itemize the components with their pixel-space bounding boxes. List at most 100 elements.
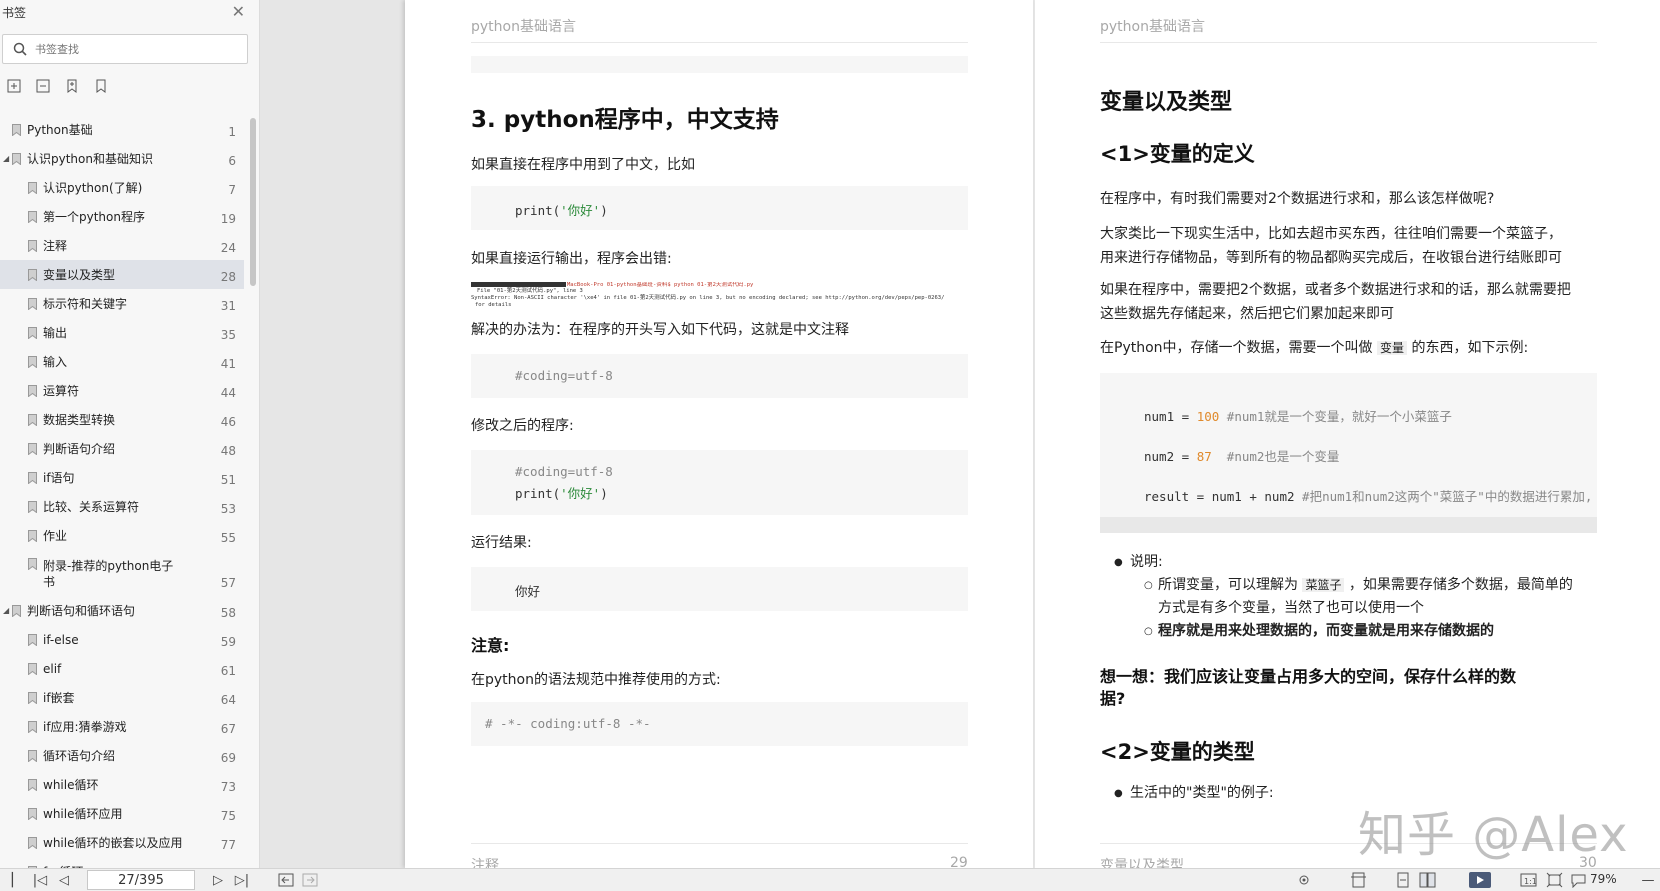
bookmark-item[interactable]: ◢ 认识python和基础知识 6 xyxy=(0,144,244,173)
code-block: # -*- coding:utf-8 -*- xyxy=(471,702,968,746)
expand-caret-icon[interactable]: ◢ xyxy=(3,606,9,615)
bookmark-label: 输入 xyxy=(43,355,68,369)
page-footer-title: 注释 xyxy=(471,858,499,868)
bookmark-item[interactable]: 认识python(了解) 7 xyxy=(0,173,244,202)
bookmark-item[interactable]: 注释 24 xyxy=(0,231,244,260)
zoom-out-button[interactable]: — xyxy=(1640,872,1656,888)
bookmark-flag-icon xyxy=(28,633,37,646)
page-number-input[interactable] xyxy=(87,870,195,890)
bookmark-label: 循环语句介绍 xyxy=(43,749,116,763)
bookmark-icon[interactable] xyxy=(93,78,108,93)
close-icon[interactable]: ✕ xyxy=(232,4,245,20)
bookmark-item[interactable]: elif 61 xyxy=(0,654,244,683)
bookmark-item[interactable]: if语句 51 xyxy=(0,463,244,492)
bookmark-item[interactable]: 第一个python程序 19 xyxy=(0,202,244,231)
bookmark-item[interactable]: while循环的嵌套以及应用 77 xyxy=(0,828,244,857)
bookmark-label: elif xyxy=(43,661,62,676)
code-block: num1 = 100 #num1就是一个变量，就好一个小菜篮子 num2 = 8… xyxy=(1100,373,1597,533)
bookmark-flag-icon xyxy=(28,836,37,849)
fit-width-icon[interactable] xyxy=(1570,872,1587,889)
previous-page-button[interactable]: ◁ xyxy=(56,872,72,888)
bookmark-flag-icon xyxy=(28,778,37,791)
bookmark-item[interactable]: if-else 59 xyxy=(0,625,244,654)
bookmark-item[interactable]: ◢ 判断语句和循环语句 58 xyxy=(0,596,244,625)
bookmark-flag-icon xyxy=(28,181,37,194)
code-block: #coding=utf-8 xyxy=(471,354,968,398)
chapter-heading: 变量以及类型 xyxy=(1100,90,1233,115)
zoom-level[interactable]: 79% xyxy=(1590,872,1617,886)
bookmark-search[interactable] xyxy=(2,34,248,64)
eye-care-icon[interactable] xyxy=(1296,872,1313,888)
bookmark-label: 输出 xyxy=(43,326,68,340)
add-bookmark-icon[interactable] xyxy=(64,78,79,93)
paragraph: 如果直接在程序中用到了中文，比如 xyxy=(471,157,695,173)
bookmark-label: if应用:猜拳游戏 xyxy=(43,720,127,734)
forward-icon[interactable] xyxy=(302,872,319,888)
bookmark-page-number: 28 xyxy=(220,270,236,284)
bookmark-label: 运算符 xyxy=(43,384,80,398)
first-page-button[interactable]: |◁ xyxy=(32,872,48,888)
sidebar-toolbar xyxy=(6,78,108,93)
paragraph: 在python的语法规范中推荐使用的方式: xyxy=(471,672,721,688)
paragraph: 运行结果: xyxy=(471,535,532,551)
play-icon[interactable] xyxy=(1469,872,1491,888)
bookmark-item[interactable]: 判断语句介绍 48 xyxy=(0,434,244,463)
bookmark-item[interactable]: 附录-推荐的python电子书 57 xyxy=(0,550,244,596)
page-30: python基础语言 变量以及类型 <1>变量的定义 在程序中，有时我们需要对2… xyxy=(1035,0,1660,868)
bookmark-item[interactable]: if嵌套 64 xyxy=(0,683,244,712)
bookmark-page-number: 57 xyxy=(220,576,236,590)
bookmark-page-number: 24 xyxy=(220,241,236,255)
bookmark-item[interactable]: 作业 55 xyxy=(0,521,244,550)
bookmark-item[interactable]: 比较、关系运算符 53 xyxy=(0,492,244,521)
bookmark-item[interactable]: 输出 35 xyxy=(0,318,244,347)
bookmark-flag-icon xyxy=(28,720,37,733)
sidebar-title: 书签 xyxy=(2,5,27,20)
bookmark-item[interactable]: while循环 73 xyxy=(0,770,244,799)
bookmark-item[interactable]: 数据类型转换 46 xyxy=(0,405,244,434)
bookmark-label: if-else xyxy=(43,632,79,647)
bookmark-item[interactable]: 输入 41 xyxy=(0,347,244,376)
continuous-page-icon[interactable] xyxy=(1395,872,1412,888)
expand-all-icon[interactable] xyxy=(6,78,21,93)
bookmark-item[interactable]: 变量以及类型 28 xyxy=(0,260,244,289)
bookmark-search-input[interactable] xyxy=(35,42,225,56)
back-icon[interactable] xyxy=(278,872,295,888)
bookmark-item[interactable]: if应用:猜拳游戏 67 xyxy=(0,712,244,741)
bookmark-label: while循环的嵌套以及应用 xyxy=(43,836,183,850)
sidebar-toggle-icon[interactable]: ▕ xyxy=(0,872,16,888)
bookmark-page-number: 44 xyxy=(220,386,236,400)
bookmark-flag-icon xyxy=(12,152,21,165)
bookmark-label: 变量以及类型 xyxy=(43,268,116,282)
bookmark-page-number: 46 xyxy=(220,415,236,429)
bookmark-page-number: 64 xyxy=(220,693,236,707)
sidebar-scrollbar-thumb[interactable] xyxy=(250,118,256,286)
search-icon xyxy=(13,42,27,56)
bookmark-page-number: 48 xyxy=(220,444,236,458)
bookmark-label: if嵌套 xyxy=(43,691,75,705)
code-block: #coding=utf-8 print('你好') xyxy=(471,450,968,515)
bookmark-list: Python基础 1 ◢ 认识python和基础知识 6 认识python(了解) 7 第一个… xyxy=(0,115,244,868)
two-page-icon[interactable] xyxy=(1419,872,1436,888)
paragraph: 解决的办法为：在程序的开头写入如下代码，这就是中文注释 xyxy=(471,322,849,338)
bookmark-flag-icon xyxy=(28,691,37,704)
bookmark-item[interactable]: 标示符和关键字 31 xyxy=(0,289,244,318)
bookmark-item[interactable]: 循环语句介绍 69 xyxy=(0,741,244,770)
expand-caret-icon[interactable]: ◢ xyxy=(3,154,9,163)
last-page-button[interactable]: ▷| xyxy=(234,872,250,888)
bookmark-flag-icon xyxy=(28,210,37,223)
bookmark-item[interactable]: Python基础 1 xyxy=(0,115,244,144)
actual-size-icon[interactable]: 1:1 xyxy=(1520,872,1537,888)
bullet-list: ● 生活中的"类型"的例子: xyxy=(1114,785,1274,801)
bookmark-flag-icon xyxy=(28,297,37,310)
bookmark-label: 判断语句介绍 xyxy=(43,442,116,456)
bookmark-item[interactable]: for循环 xyxy=(0,857,244,868)
single-page-icon[interactable] xyxy=(1350,872,1367,888)
bookmark-page-number: 1 xyxy=(228,125,236,139)
bullet-list: ● 说明: ○ 所谓变量，可以理解为 菜篮子 ，如果需要存储多个数据，最简单的 方式… xyxy=(1114,554,1573,639)
fit-page-icon[interactable] xyxy=(1546,872,1563,888)
collapse-all-icon[interactable] xyxy=(35,78,50,93)
bookmark-item[interactable]: while循环应用 75 xyxy=(0,799,244,828)
bookmark-label: 判断语句和循环语句 xyxy=(27,604,136,618)
next-page-button[interactable]: ▷ xyxy=(210,872,226,888)
bookmark-item[interactable]: 运算符 44 xyxy=(0,376,244,405)
